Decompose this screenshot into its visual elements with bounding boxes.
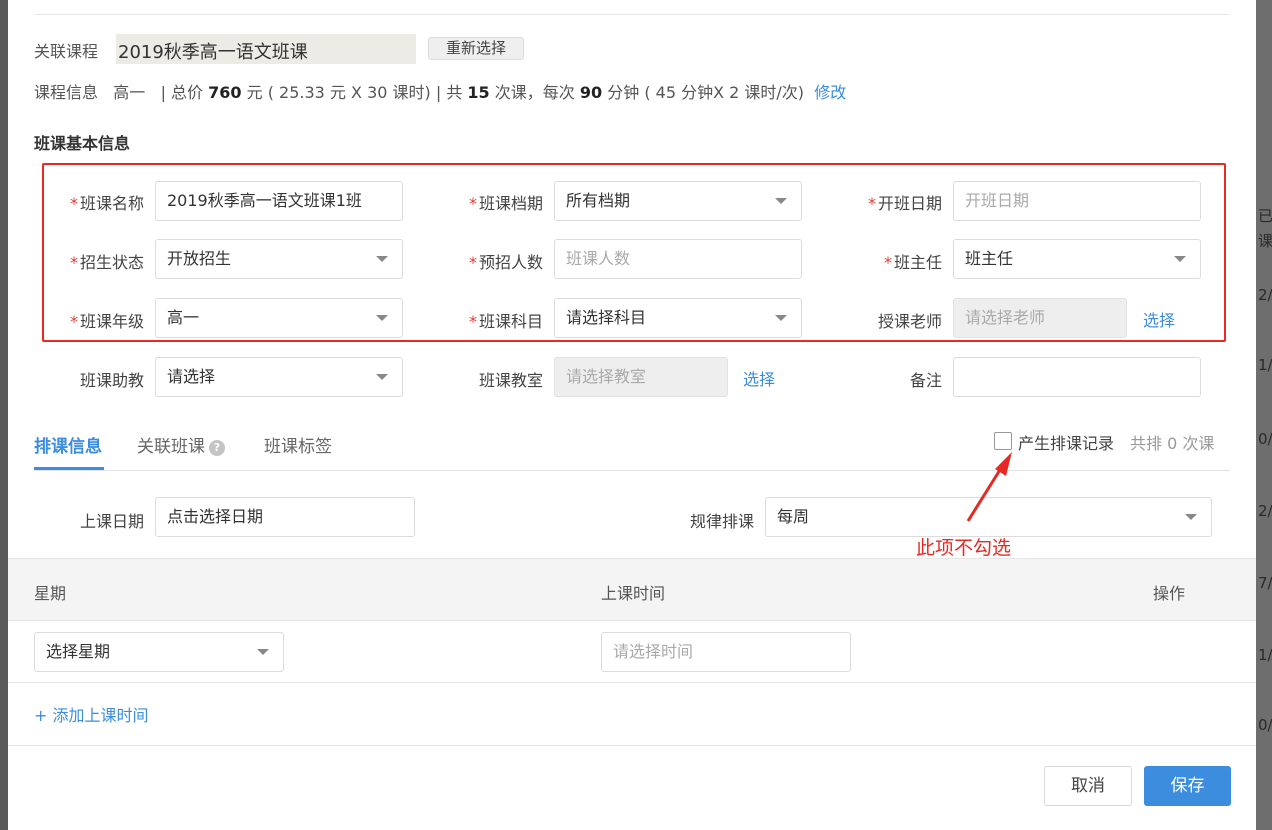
annotation-arrow-icon: [966, 452, 1012, 522]
